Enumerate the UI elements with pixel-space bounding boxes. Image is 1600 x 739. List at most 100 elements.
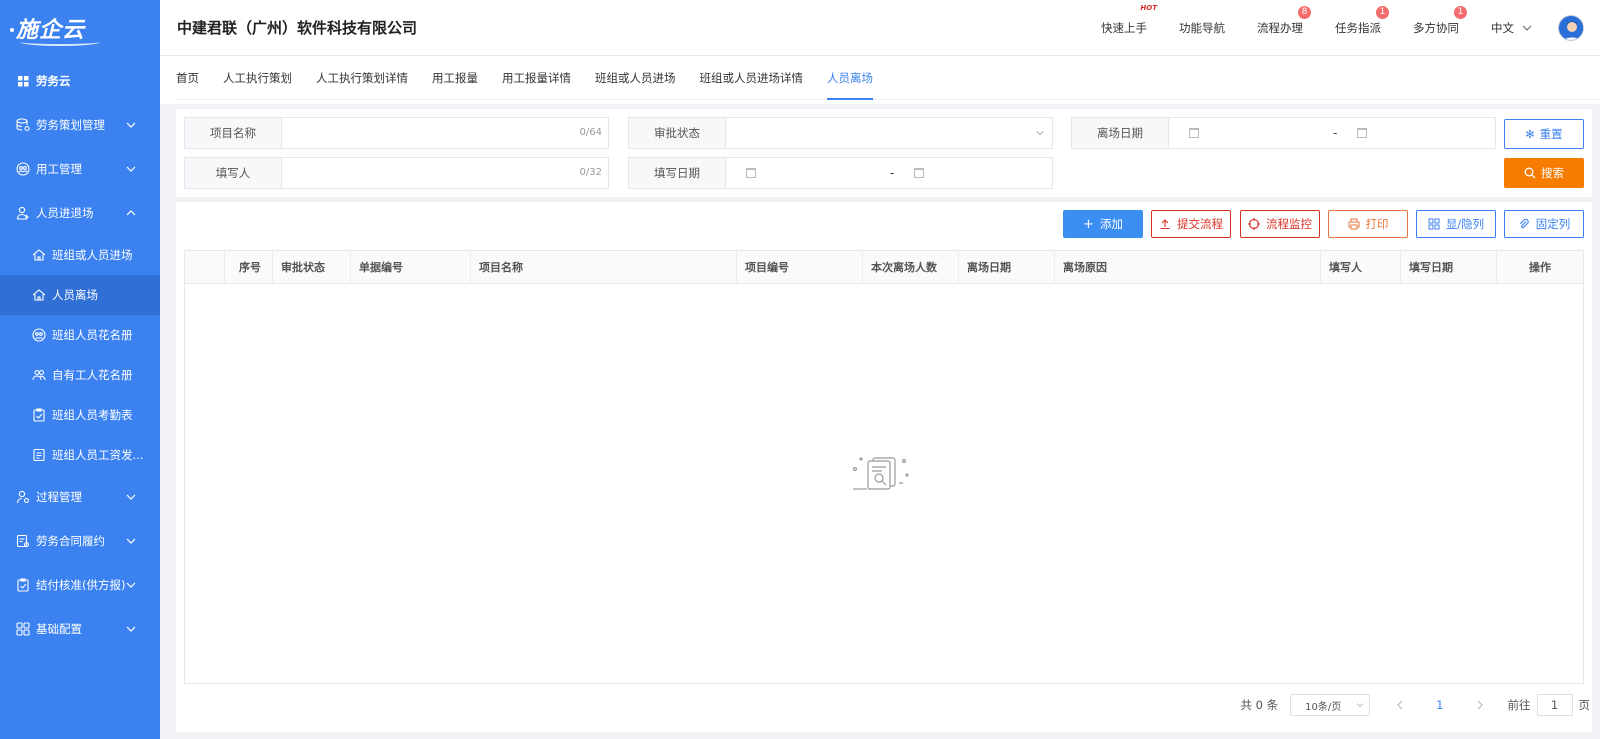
chevron-down-icon	[126, 626, 136, 632]
sidebar-item-labor-cloud[interactable]: 劳务云	[0, 59, 160, 103]
column-header: 填写人	[1321, 251, 1401, 284]
sidebar-item-personnel-in-out[interactable]: 人员进退场	[0, 191, 160, 235]
quick-start-link[interactable]: 快速上手 HOT	[1101, 4, 1157, 36]
plus-icon: +	[1083, 216, 1094, 232]
database-icon	[16, 118, 30, 132]
page-number[interactable]: 1	[1436, 698, 1443, 712]
sidebar-item-own-worker-roster[interactable]: 自有工人花名册	[0, 355, 160, 395]
column-header: 填写日期	[1401, 251, 1497, 284]
calendar-icon	[1357, 128, 1367, 138]
data-table: 序号 审批状态 单据编号 项目名称 项目编号 本次离场人数 离场日期 离场原因 …	[184, 250, 1584, 684]
tab-home[interactable]: 首页	[176, 56, 199, 100]
chevron-down-icon	[1357, 703, 1364, 708]
document-list-icon	[32, 448, 46, 462]
sidebar-item-label: 用工管理	[36, 162, 82, 176]
column-header: 序号	[225, 251, 273, 284]
process-handling-link[interactable]: 流程办理 8	[1257, 6, 1311, 36]
apps-icon	[16, 622, 30, 636]
leave-date-field: 离场日期 -	[1071, 117, 1496, 149]
sidebar-item-settlement-approval[interactable]: 结付核准(供方报)	[0, 563, 160, 607]
reset-button[interactable]: ✻ 重置	[1504, 119, 1584, 149]
tab-team-entry[interactable]: 班组或人员进场	[595, 56, 676, 100]
add-button[interactable]: + 添加	[1063, 210, 1143, 238]
approval-status-field: 审批状态	[628, 117, 1053, 149]
next-page-icon[interactable]	[1474, 699, 1486, 711]
house-icon	[32, 288, 46, 302]
leave-date-range[interactable]: -	[1169, 118, 1495, 148]
language-select[interactable]: 中文	[1491, 20, 1534, 36]
paperclip-icon	[1519, 218, 1529, 229]
clipboard-check-icon	[32, 408, 46, 422]
page-suffix: 页	[1578, 698, 1591, 712]
reset-icon: ✻	[1525, 127, 1535, 141]
tab-personnel-leave[interactable]: 人员离场	[827, 56, 873, 100]
user-icon	[16, 206, 30, 220]
sidebar-item-wage-payment[interactable]: 班组人员工资发...	[0, 435, 160, 475]
sidebar-item-basic-config[interactable]: 基础配置	[0, 607, 160, 651]
task-assign-link[interactable]: 任务指派 1	[1335, 6, 1389, 36]
tab-labor-report-detail[interactable]: 用工报量详情	[502, 56, 571, 100]
grid-icon	[1428, 218, 1440, 230]
table-header: 序号 审批状态 单据编号 项目名称 项目编号 本次离场人数 离场日期 离场原因 …	[185, 251, 1583, 284]
user-settings-icon	[16, 490, 30, 504]
print-button[interactable]: 打印	[1328, 210, 1408, 238]
collaboration-link[interactable]: 多方协同 1	[1413, 6, 1467, 36]
search-button[interactable]: 搜索	[1504, 158, 1584, 188]
prev-page-icon[interactable]	[1394, 699, 1406, 711]
fill-date-range[interactable]: -	[726, 158, 1052, 188]
sidebar-item-labor-management[interactable]: 用工管理	[0, 147, 160, 191]
house-icon	[32, 248, 46, 262]
approval-status-select[interactable]	[726, 118, 1052, 148]
printer-icon	[1348, 218, 1359, 230]
fix-columns-button[interactable]: 固定列	[1504, 210, 1584, 238]
chevron-down-icon	[1522, 25, 1532, 31]
sidebar-item-team-entry[interactable]: 班组或人员进场	[0, 235, 160, 275]
show-hide-columns-button[interactable]: 显/隐列	[1416, 210, 1496, 238]
sidebar-item-label: 班组人员考勤表	[52, 408, 133, 422]
flow-monitor-button[interactable]: 流程监控	[1240, 210, 1320, 238]
column-header: 项目名称	[471, 251, 737, 284]
sidebar-item-label: 劳务合同履约	[36, 534, 105, 548]
sidebar-item-label: 人员进退场	[36, 206, 94, 220]
total-count: 共 0 条	[1240, 698, 1279, 712]
empty-data-icon	[851, 453, 911, 493]
table-panel: + 添加 提交流程 流程监控 打印 显/隐列 固定列 序号 审批状态 单据编号 …	[176, 202, 1592, 732]
logo: 施企云	[0, 0, 160, 56]
column-header: 单据编号	[351, 251, 471, 284]
chevron-down-icon	[1036, 130, 1044, 136]
sidebar-item-label: 自有工人花名册	[52, 368, 133, 382]
select-column[interactable]	[185, 251, 225, 284]
sidebar-item-labor-planning[interactable]: 劳务策划管理	[0, 103, 160, 147]
sidebar-item-attendance[interactable]: 班组人员考勤表	[0, 395, 160, 435]
column-header: 审批状态	[273, 251, 351, 284]
sidebar-item-personnel-leave[interactable]: 人员离场	[0, 275, 160, 315]
filter-panel: 项目名称 0/64 审批状态 离场日期 - ✻ 重置 填写人 0/32 填写日期…	[176, 109, 1592, 197]
submit-flow-button[interactable]: 提交流程	[1151, 210, 1231, 238]
column-header: 离场原因	[1055, 251, 1321, 284]
tab-labor-plan-detail[interactable]: 人工执行策划详情	[316, 56, 408, 100]
chevron-up-icon	[126, 210, 136, 216]
page-size-select[interactable]: 10条/页	[1290, 694, 1371, 716]
tab-labor-plan[interactable]: 人工执行策划	[223, 56, 292, 100]
sidebar-item-team-roster[interactable]: 班组人员花名册	[0, 315, 160, 355]
avatar[interactable]	[1558, 15, 1584, 41]
filler-input[interactable]: 0/32	[282, 158, 608, 188]
project-name-field: 项目名称 0/64	[184, 117, 609, 149]
column-header: 项目编号	[737, 251, 863, 284]
sidebar-item-process-management[interactable]: 过程管理	[0, 475, 160, 519]
top-header: 中建君联（广州）软件科技有限公司 快速上手 HOT 功能导航 流程办理 8 任务…	[160, 0, 1600, 56]
chevron-down-icon	[126, 582, 136, 588]
tab-team-entry-detail[interactable]: 班组或人员进场详情	[700, 56, 804, 100]
people-icon	[32, 368, 46, 382]
page-tabs: 首页 人工执行策划 人工执行策划详情 用工报量 用工报量详情 班组或人员进场 班…	[176, 56, 1600, 100]
search-icon	[1524, 167, 1536, 179]
group-icon	[32, 328, 46, 342]
sidebar-item-labor-contract[interactable]: 劳务合同履约	[0, 519, 160, 563]
function-nav-link[interactable]: 功能导航	[1179, 20, 1225, 36]
tab-labor-report[interactable]: 用工报量	[432, 56, 478, 100]
hot-badge: HOT	[1140, 4, 1157, 12]
project-name-input[interactable]: 0/64	[282, 118, 608, 148]
sidebar-item-label: 劳务策划管理	[36, 118, 105, 132]
calendar-icon	[746, 168, 756, 178]
goto-page-input[interactable]: 1	[1536, 694, 1573, 716]
